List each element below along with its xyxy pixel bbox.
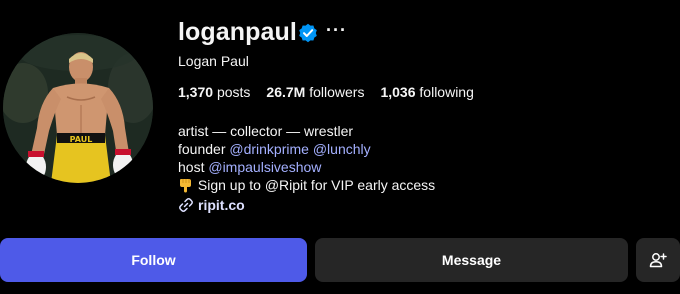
profile-stats: 1,370 posts 26.7M followers 1,036 follow…	[178, 84, 474, 100]
profile-header: PAUL loganpaul ··· Logan Paul 1,370 post…	[0, 0, 680, 294]
following-label: following	[419, 84, 474, 100]
bio-line-ripit: Sign up to @Ripit for VIP early access	[178, 176, 435, 194]
pointing-down-hand-icon	[180, 179, 191, 193]
stat-followers[interactable]: 26.7M followers	[266, 84, 364, 100]
posts-label: posts	[216, 84, 251, 100]
mention-impaulsiveshow[interactable]: @impaulsiveshow	[208, 159, 321, 175]
profile-link-text: ripit.co	[198, 197, 245, 213]
profile-avatar[interactable]: PAUL	[3, 33, 153, 183]
avatar-photo: PAUL	[3, 33, 153, 183]
suggested-accounts-button[interactable]	[636, 238, 680, 282]
followers-count: 26.7M	[266, 84, 306, 100]
following-count: 1,036	[380, 84, 416, 100]
stat-posts[interactable]: 1,370 posts	[178, 84, 250, 100]
bio-line-roles: artist — collector — wrestler	[178, 123, 354, 139]
posts-count: 1,370	[178, 84, 214, 100]
message-button[interactable]: Message	[315, 238, 628, 282]
add-user-icon	[649, 253, 667, 268]
profile-external-link[interactable]: ripit.co	[178, 197, 245, 213]
mention-lunchly[interactable]: @lunchly	[313, 141, 371, 157]
verified-badge-icon	[299, 23, 317, 43]
bio-line-host: host @impaulsiveshow	[178, 158, 435, 176]
link-icon	[179, 198, 193, 212]
follow-button[interactable]: Follow	[0, 238, 307, 282]
bio-host-prefix: host	[178, 159, 205, 175]
stat-following[interactable]: 1,036 following	[380, 84, 473, 100]
profile-username: loganpaul	[178, 18, 297, 46]
more-options-icon[interactable]: ···	[326, 20, 347, 41]
profile-bio: artist — collector — wrestler founder @d…	[178, 122, 435, 194]
bio-ripit-text: Sign up to @Ripit for VIP early access	[197, 177, 436, 193]
bio-founder-prefix: founder	[178, 141, 226, 157]
mention-drinkprime[interactable]: @drinkprime	[229, 141, 309, 157]
svg-text:PAUL: PAUL	[70, 135, 93, 144]
profile-full-name: Logan Paul	[178, 53, 249, 69]
followers-label: followers	[309, 84, 365, 100]
bio-line-founder: founder @drinkprime @lunchly	[178, 140, 435, 158]
